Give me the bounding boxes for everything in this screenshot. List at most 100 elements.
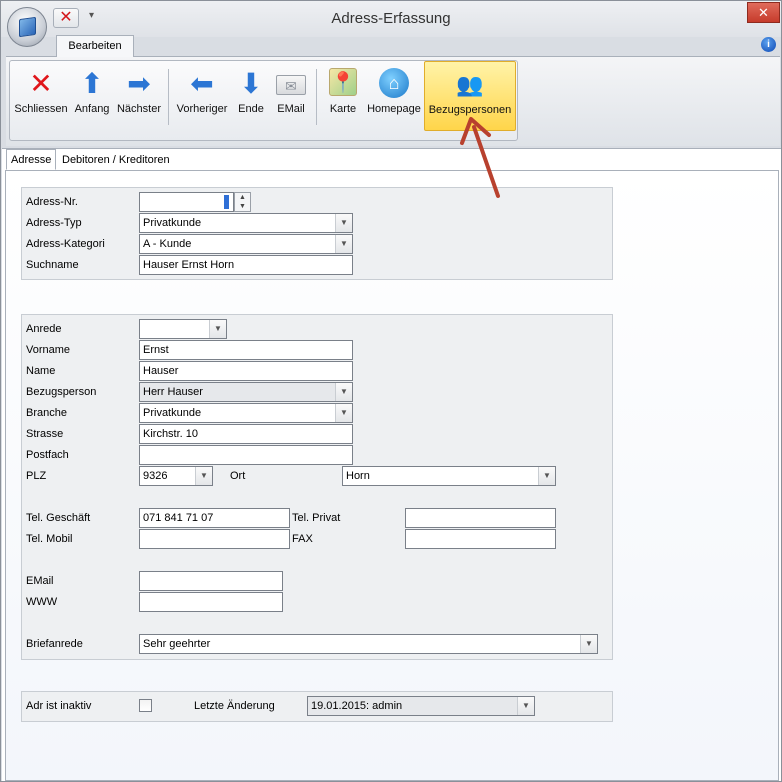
content-area: Adresse Debitoren / Kreditoren Adress-Nr… [2,148,781,781]
adress-typ-select[interactable]: Privatkunde ▼ [139,213,353,233]
vorheriger-button[interactable]: ⬅ Vorheriger [172,61,232,131]
www-label: WWW [26,596,58,608]
homepage-button[interactable]: ⌂ Homepage [365,61,423,131]
plz-select[interactable]: 9326 ▼ [139,466,213,486]
homepage-label: Homepage [367,103,421,115]
tel-geschaeft-label: Tel. Geschäft [26,512,91,524]
title-bar: Adress-Erfassung ✕ ▾ ✕ [1,1,781,37]
vorheriger-label: Vorheriger [176,103,228,115]
name-input[interactable]: Hauser [139,361,353,381]
schliessen-label: Schliessen [14,103,68,115]
tel-privat-input[interactable] [405,508,556,528]
application-orb-button[interactable] [7,7,47,47]
briefanrede-label: Briefanrede [26,638,83,650]
ende-button[interactable]: ⬇ Ende [234,61,268,131]
ribbon-group-navigation: ✕ Schliessen ⬆ Anfang ➡ Nächster ⬅ Vorhe… [9,60,518,141]
map-pin-icon: 📍 [329,68,357,96]
window-close-icon: ✕ [758,5,769,20]
close-x-icon: ✕ [29,68,53,99]
chevron-down-icon[interactable]: ▼ [195,467,212,485]
chevron-down-icon[interactable]: ▼ [517,697,534,715]
adress-kategori-select[interactable]: A - Kunde ▼ [139,234,353,254]
bezugsperson-select[interactable]: Herr Hauser ▼ [139,382,353,402]
ort-label: Ort [230,470,246,482]
schliessen-button[interactable]: ✕ Schliessen [13,61,69,131]
suchname-label: Suchname [26,259,79,271]
chevron-down-icon[interactable]: ▼ [335,235,352,253]
www-input[interactable] [139,592,283,612]
branche-label: Branche [26,407,67,419]
adress-nr-spinner[interactable]: ▲ ▼ [234,192,251,212]
window-close-button[interactable]: ✕ [747,2,780,23]
fax-input[interactable] [405,529,556,549]
chevron-down-icon[interactable]: ▼ [335,383,352,401]
adress-typ-label: Adress-Typ [26,217,82,229]
chevron-down-icon[interactable]: ▼ [335,214,352,232]
branche-value: Privatkunde [143,407,202,419]
chevron-down-icon[interactable]: ▾ [89,10,94,21]
inaktiv-checkbox[interactable] [139,699,152,712]
tel-geschaeft-input[interactable]: 071 841 71 07 [139,508,290,528]
briefanrede-value: Sehr geehrter [143,638,211,650]
fax-label: FAX [292,533,313,545]
tel-privat-label: Tel. Privat [292,512,341,524]
tab-debitoren-kreditoren[interactable]: Debitoren / Kreditoren [58,151,174,170]
chevron-down-icon[interactable]: ▼ [335,404,352,422]
inaktiv-label: Adr ist inaktiv [26,700,92,712]
people-gear-icon: 👥 [456,72,484,97]
naechster-button[interactable]: ➡ Nächster [114,61,164,131]
letzte-aenderung-value: 19.01.2015: admin [311,700,403,712]
chevron-down-icon[interactable]: ▼ [580,635,597,653]
ribbon-tab-bearbeiten[interactable]: Bearbeiten [56,35,134,57]
envelope-icon: ✉ [276,75,306,95]
naechster-label: Nächster [116,103,162,115]
bezugsperson-label: Bezugsperson [26,386,97,398]
main-window: Adress-Erfassung ✕ ▾ ✕ Bearbeiten i ✕ Sc… [0,0,782,782]
letzte-aenderung-label: Letzte Änderung [194,700,275,712]
bezugspersonen-button[interactable]: 👥 Bezugspersonen [424,61,516,131]
arrow-up-icon: ⬆ [80,68,104,99]
postfach-input[interactable] [139,445,353,465]
email-label: EMail [26,575,54,587]
email-input[interactable] [139,571,283,591]
adress-nr-cursor [224,195,229,209]
panel-adress-header: Adress-Nr. ▲ ▼ Adress-Typ Privatkunde ▼ Ad… [21,187,613,280]
ende-label: Ende [238,103,264,115]
suchname-input[interactable]: Hauser Ernst Horn [139,255,353,275]
plz-value: 9326 [143,470,168,482]
vorname-input[interactable]: Ernst [139,340,353,360]
anrede-label: Anrede [26,323,62,335]
app-cube-icon [19,16,36,38]
adress-nr-input[interactable] [139,192,234,212]
ort-select[interactable]: Horn ▼ [342,466,556,486]
letzte-aenderung-select[interactable]: 19.01.2015: admin ▼ [307,696,535,716]
adress-kategori-label: Adress-Kategori [26,238,105,250]
tab-adresse[interactable]: Adresse [6,149,57,170]
postfach-label: Postfach [26,449,69,461]
arrow-left-icon: ⬅ [190,68,214,99]
vorname-label: Vorname [26,344,71,356]
strasse-input[interactable]: Kirchstr. 10 [139,424,353,444]
bezugsperson-value: Herr Hauser [143,386,203,398]
branche-select[interactable]: Privatkunde ▼ [139,403,353,423]
ribbon-separator [168,69,169,125]
karte-button[interactable]: 📍 Karte [322,61,364,131]
anrede-select[interactable]: ▼ [139,319,227,339]
panel-person-details: Anrede ▼ Vorname Ernst Name Hauser Bezug… [21,314,613,660]
chevron-down-icon[interactable]: ▼ [538,467,555,485]
briefanrede-select[interactable]: Sehr geehrter ▼ [139,634,598,654]
home-icon: ⌂ [379,68,409,98]
adress-typ-value: Privatkunde [143,217,202,229]
info-icon[interactable]: i [761,37,776,52]
arrow-right-icon: ➡ [127,68,151,99]
chevron-down-icon[interactable]: ▼ [209,320,226,338]
strasse-label: Strasse [26,428,64,440]
anfang-button[interactable]: ⬆ Anfang [70,61,114,131]
close-x-icon: ✕ [59,9,73,26]
tel-mobil-input[interactable] [139,529,290,549]
tel-mobil-label: Tel. Mobil [26,533,73,545]
email-button[interactable]: ✉ EMail [272,61,310,131]
adress-nr-label: Adress-Nr. [26,196,78,208]
tab-page-adresse: Adress-Nr. ▲ ▼ Adress-Typ Privatkunde ▼ Ad… [5,170,779,781]
quick-access-close-button[interactable]: ✕ [53,8,79,28]
